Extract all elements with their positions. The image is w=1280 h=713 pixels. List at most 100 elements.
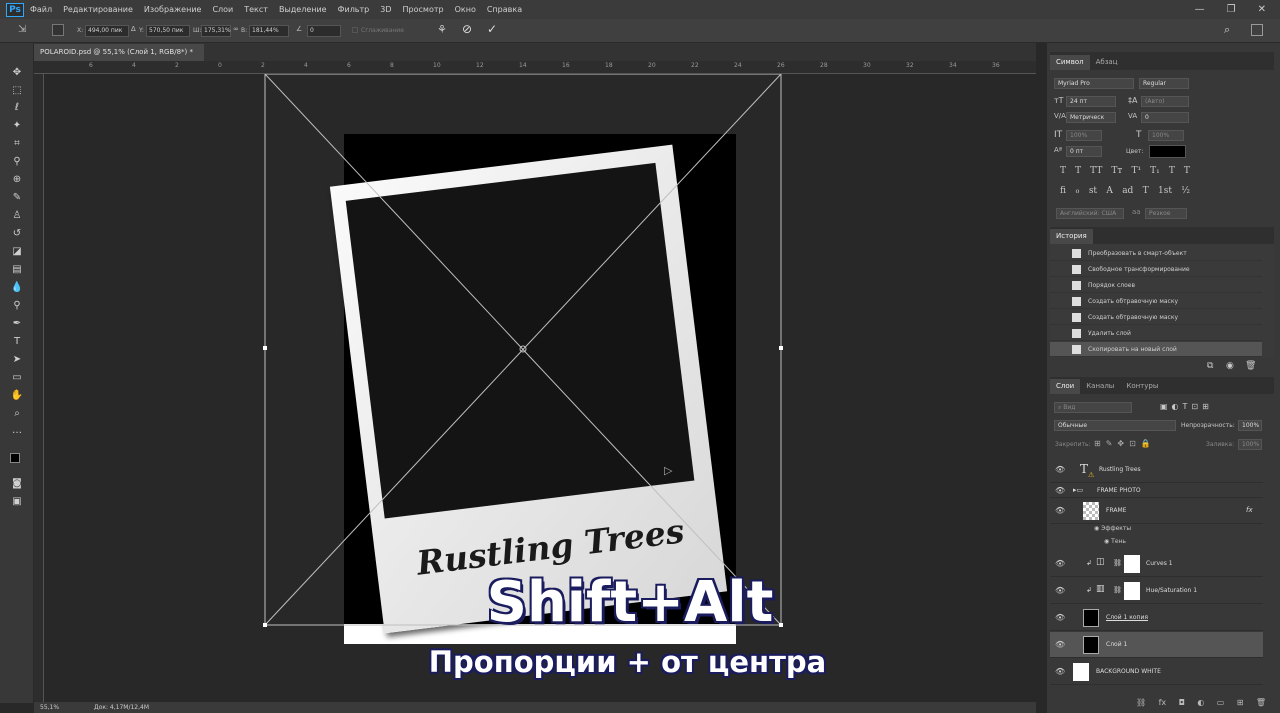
style-btn[interactable]: T — [1060, 166, 1066, 176]
lock-icons[interactable]: ⊞✎✥⊡🔒 — [1094, 439, 1156, 448]
menu-file[interactable]: Файл — [30, 5, 52, 14]
history-item[interactable]: Создать обтравочную маску — [1050, 310, 1262, 325]
reference-point-icon[interactable] — [52, 24, 64, 36]
workspace-icon[interactable] — [1251, 24, 1263, 36]
effects-row[interactable]: ◉ Эффекты — [1094, 525, 1131, 532]
tab-paths[interactable]: Контуры — [1120, 379, 1164, 394]
tracking-field[interactable]: 0 — [1141, 112, 1189, 123]
eye-icon[interactable]: 👁 — [1055, 614, 1065, 622]
trash-icon[interactable]: 🗑 — [1245, 361, 1256, 371]
kerning-field[interactable]: Метрическ — [1066, 112, 1116, 123]
horizontal-scale-field[interactable]: 100% — [1148, 130, 1184, 141]
zoom-tool-icon[interactable]: ⌕ — [9, 407, 25, 421]
history-item[interactable]: Удалить слой — [1050, 326, 1262, 341]
fill-field[interactable]: 100% — [1238, 439, 1262, 450]
width-field[interactable]: 175,31% — [201, 25, 231, 37]
maximize-icon[interactable]: ❐ — [1227, 4, 1236, 15]
style-btn[interactable]: st — [1089, 186, 1097, 196]
menu-filter[interactable]: Фильтр — [338, 5, 370, 14]
quick-mask-icon[interactable]: ◙ — [9, 477, 25, 491]
rectangle-tool-icon[interactable]: ▭ — [9, 371, 25, 385]
crop-tool-icon[interactable]: ⌗ — [9, 137, 25, 151]
opacity-field[interactable]: 100% — [1238, 420, 1262, 431]
history-item[interactable]: Порядок слоев — [1050, 278, 1262, 293]
vertical-scale-field[interactable]: 100% — [1066, 130, 1102, 141]
minimize-icon[interactable]: — — [1195, 4, 1205, 15]
style-btn[interactable]: ad — [1122, 186, 1133, 196]
lasso-tool-icon[interactable]: ℓ — [9, 101, 25, 115]
path-selection-icon[interactable]: ➤ — [9, 353, 25, 367]
eye-icon[interactable]: 👁 — [1055, 507, 1065, 515]
style-btn[interactable]: Tт — [1111, 166, 1122, 176]
layer-filter-icons[interactable]: ▣◐T⊡⊞ — [1160, 402, 1213, 411]
commit-transform-icon[interactable]: ✓ — [487, 22, 497, 36]
eraser-icon[interactable]: ◪ — [9, 245, 25, 259]
eye-icon[interactable]: 👁 — [1055, 587, 1065, 595]
pen-tool-icon[interactable]: ✒ — [9, 317, 25, 331]
text-color-swatch[interactable] — [1149, 145, 1186, 158]
link-icon[interactable]: ∞ — [233, 25, 239, 33]
layer-row[interactable]: 👁 FRAME fx — [1050, 498, 1263, 524]
menu-3d[interactable]: 3D — [380, 5, 391, 14]
eye-icon[interactable]: 👁 — [1055, 466, 1065, 474]
warp-icon[interactable]: ⚘ — [437, 23, 447, 36]
y-field[interactable]: 570,50 пик — [146, 25, 190, 37]
fx-icon[interactable]: fx — [1159, 698, 1167, 707]
style-btn[interactable]: T — [1184, 166, 1190, 176]
hand-tool-icon[interactable]: ✋ — [9, 389, 25, 403]
eyedropper-icon[interactable]: ⚲ — [9, 155, 25, 169]
more-tools-icon[interactable]: … — [9, 424, 25, 438]
antialias-checkbox[interactable] — [352, 27, 358, 33]
tab-character[interactable]: Символ — [1050, 55, 1090, 70]
style-btn[interactable]: A — [1106, 186, 1113, 196]
eye-icon[interactable]: 👁 — [1055, 641, 1065, 649]
fx-badge[interactable]: fx — [1246, 506, 1253, 514]
menu-view[interactable]: Просмотр — [403, 5, 444, 14]
brush-tool-icon[interactable]: ✎ — [9, 191, 25, 205]
snapshot-camera-icon[interactable]: ◉ — [1226, 361, 1234, 371]
language-select[interactable]: Английский: США — [1056, 208, 1124, 219]
history-brush-icon[interactable]: ↺ — [9, 227, 25, 241]
clone-stamp-icon[interactable]: ♙ — [9, 209, 25, 223]
healing-brush-icon[interactable]: ⊕ — [9, 173, 25, 187]
type-tool-icon[interactable]: T — [9, 335, 25, 349]
link-layers-icon[interactable]: ⛓ — [1136, 698, 1146, 707]
style-btn[interactable]: T — [1143, 186, 1149, 196]
menu-help[interactable]: Справка — [487, 5, 522, 14]
x-field[interactable]: 494,00 пик — [85, 25, 129, 37]
marquee-tool-icon[interactable]: ⬚ — [9, 84, 25, 98]
foreground-color-swatch[interactable] — [10, 453, 20, 463]
move-tool-icon[interactable]: ✥ — [9, 66, 25, 80]
font-style-select[interactable]: Regular — [1139, 78, 1189, 89]
height-field[interactable]: 181,44% — [249, 25, 289, 37]
new-layer-icon[interactable]: ⊞ — [1237, 698, 1244, 707]
zoom-level[interactable]: 55,1% — [40, 704, 59, 711]
layer-row-selected[interactable]: 👁 Слой 1 — [1050, 632, 1263, 658]
layer-row[interactable]: 👁 T ⚠ Rustling Trees — [1050, 457, 1263, 483]
cancel-transform-icon[interactable]: ⊘ — [462, 22, 472, 36]
search-icon[interactable]: ⌕ — [1224, 23, 1230, 37]
document-tab[interactable]: POLAROID.psd @ 55,1% (Слой 1, RGB/8*) * … — [34, 44, 204, 73]
eye-icon[interactable]: 👁 — [1055, 487, 1065, 495]
style-btn[interactable]: TT — [1090, 166, 1102, 176]
screen-mode-icon[interactable]: ▣ — [9, 495, 25, 509]
tab-layers[interactable]: Слои — [1050, 379, 1081, 394]
delta-icon[interactable]: ∆ — [131, 25, 136, 33]
style-btn[interactable]: 1st — [1158, 186, 1172, 196]
angle-field[interactable]: 0 — [307, 25, 341, 37]
antialias-select[interactable]: Резкое — [1145, 208, 1187, 219]
font-size-field[interactable]: 24 пт — [1066, 96, 1116, 107]
layer-filter-field[interactable]: ⌕ Вид — [1054, 402, 1132, 413]
font-family-select[interactable]: Myriad Pro — [1054, 78, 1134, 89]
menu-image[interactable]: Изображение — [144, 5, 202, 14]
new-document-from-state-icon[interactable]: ⧉ — [1207, 361, 1213, 371]
layer-row[interactable]: 👁 ↲ ▥ ⛓ Hue/Saturation 1 — [1050, 578, 1263, 604]
menu-layer[interactable]: Слои — [212, 5, 233, 14]
shadow-effect-row[interactable]: ◉ Тень — [1104, 538, 1126, 545]
style-btn[interactable]: T — [1169, 166, 1175, 176]
magic-wand-icon[interactable]: ✦ — [9, 119, 25, 133]
tab-history[interactable]: История — [1050, 229, 1093, 244]
baseline-field[interactable]: 0 пт — [1066, 146, 1102, 157]
close-icon[interactable]: ✕ — [1258, 4, 1266, 15]
style-btn[interactable]: ½ — [1181, 186, 1190, 196]
